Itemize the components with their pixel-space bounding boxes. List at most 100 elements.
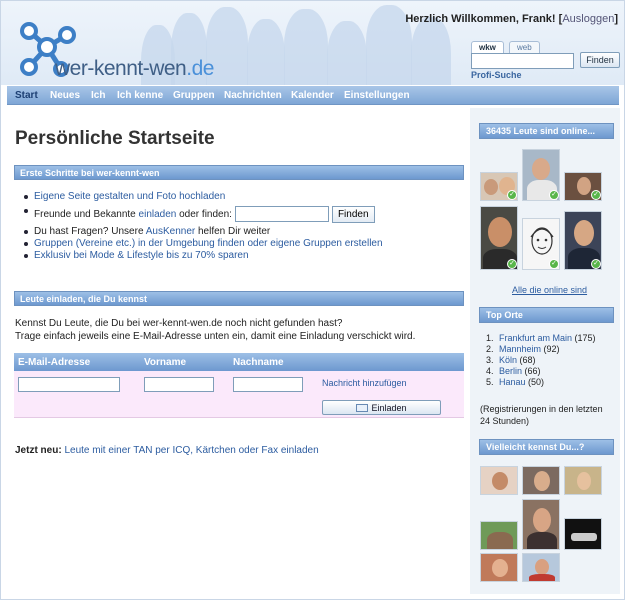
all-online-link[interactable]: Alle die online sind <box>512 285 587 295</box>
online-check-icon: ✓ <box>549 259 559 269</box>
welcome-text: Herzlich Willkommen, Frank! <box>405 13 556 25</box>
top-places-list: 1. Frankfurt am Main (175) 2. Mannheim (92… <box>486 333 596 388</box>
find-friends-button[interactable]: Finden <box>331 205 375 223</box>
jetzt-neu-label: Jetzt neu: <box>15 445 62 456</box>
profi-search-link[interactable]: Profi-Suche <box>471 70 522 80</box>
nav-item-neues[interactable]: Neues <box>50 90 80 101</box>
online-user-photo[interactable]: ✓ <box>522 218 560 270</box>
column-header-lastname: Nachname <box>233 357 284 368</box>
tan-invite-link[interactable]: Leute mit einer TAN per ICQ, Kärtchen od… <box>64 445 318 456</box>
list-item: Exklusiv bei Mode & Lifestyle bis zu 70%… <box>23 250 383 261</box>
place-count: (66) <box>524 366 541 376</box>
online-user-photo[interactable]: ✓ <box>480 172 518 201</box>
invite-intro: Kennst Du Leute, die Du bei wer-kennt-we… <box>15 317 415 343</box>
logo-tld-text: .de <box>186 57 214 80</box>
list-item: Gruppen (Vereine etc.) in der Umgebung f… <box>23 238 383 249</box>
online-check-icon: ✓ <box>591 259 601 269</box>
main-navigation: Start Neues Ich Ich kenne Gruppen Nachri… <box>7 86 619 105</box>
place-link[interactable]: Hanau <box>499 377 526 387</box>
nav-item-start[interactable]: Start <box>15 90 38 101</box>
envelope-icon <box>356 404 369 413</box>
suggested-user-photo[interactable] <box>522 466 560 495</box>
place-link[interactable]: Berlin <box>499 366 522 376</box>
header-search-button[interactable]: Finden <box>580 52 620 68</box>
first-steps-header: Erste Schritte bei wer-kennt-wen <box>14 165 464 180</box>
registration-note: (Registrierungen in den letzten 24 Stund… <box>480 404 603 426</box>
rank-number: 5. <box>486 377 494 387</box>
questions-post-text: helfen Dir weiter <box>195 226 271 237</box>
questions-pre-text: Du hast Fragen? Unsere <box>34 226 146 237</box>
logout-link[interactable]: Ausloggen <box>562 13 614 25</box>
invite-pre-text: Freunde und Bekannte <box>34 209 139 220</box>
suggested-user-photo[interactable] <box>480 466 518 495</box>
list-item: 2. Mannheim (92) <box>486 344 596 355</box>
list-item: 4. Berlin (66) <box>486 366 596 377</box>
suggested-user-photo[interactable] <box>480 553 518 582</box>
maybe-know-header: Vielleicht kennst Du...? <box>479 439 614 455</box>
invite-intro-line: Kennst Du Leute, die Du bei wer-kennt-we… <box>15 318 343 329</box>
list-item: Freunde und Bekannte einladen oder finde… <box>23 205 383 225</box>
suggested-user-photo[interactable] <box>564 466 602 495</box>
rank-number: 2. <box>486 344 494 354</box>
list-item: 1. Frankfurt am Main (175) <box>486 333 596 344</box>
suggested-user-photo[interactable] <box>564 518 602 550</box>
column-header-email: E-Mail-Adresse <box>18 357 91 368</box>
invite-intro-line: Trage einfach jeweils eine E-Mail-Adress… <box>15 331 416 342</box>
place-count: (175) <box>574 333 596 343</box>
invite-table-header: E-Mail-Adresse Vorname Nachname <box>14 353 464 371</box>
logo-text[interactable]: wer-kennt-wen.de <box>55 57 214 81</box>
place-count: (50) <box>528 377 545 387</box>
online-check-icon: ✓ <box>507 190 517 200</box>
nav-item-ich-kenne[interactable]: Ich kenne <box>117 90 163 101</box>
nav-item-nachrichten[interactable]: Nachrichten <box>224 90 282 101</box>
top-places-header: Top Orte <box>479 307 614 323</box>
place-link[interactable]: Mannheim <box>499 344 541 354</box>
fashion-link[interactable]: Exklusiv bei Mode & Lifestyle bis zu 70%… <box>34 250 249 261</box>
search-tab-wkw[interactable]: wkw <box>471 41 504 53</box>
invite-firstname-input[interactable] <box>144 377 214 392</box>
online-check-icon: ✓ <box>591 190 601 200</box>
online-user-photo[interactable]: ✓ <box>564 172 602 201</box>
groups-link[interactable]: Gruppen (Vereine etc.) in der Umgebung f… <box>34 238 383 249</box>
online-user-photo[interactable]: ✓ <box>522 149 560 201</box>
page: wer-kennt-wen.de Herzlich Willkommen, Fr… <box>0 0 625 600</box>
nav-item-kalender[interactable]: Kalender <box>291 90 334 101</box>
nav-item-gruppen[interactable]: Gruppen <box>173 90 215 101</box>
list-item: Eigene Seite gestalten und Foto hochlade… <box>23 191 383 202</box>
page-title: Persönliche Startseite <box>15 128 215 149</box>
suggested-user-photo[interactable] <box>522 499 560 550</box>
nav-item-ich[interactable]: Ich <box>91 90 105 101</box>
rank-number: 1. <box>486 333 494 343</box>
crowd-silhouette <box>284 9 328 85</box>
list-item: 3. Köln (68) <box>486 355 596 366</box>
crowd-silhouette <box>411 17 451 85</box>
first-steps-list: Eigene Seite gestalten und Foto hochlade… <box>23 191 383 261</box>
search-tabs: wkw web <box>471 41 542 53</box>
nav-item-einstellungen[interactable]: Einstellungen <box>344 90 410 101</box>
own-page-link[interactable]: Eigene Seite gestalten und Foto hochlade… <box>34 191 225 202</box>
invite-lastname-input[interactable] <box>233 377 303 392</box>
place-link[interactable]: Frankfurt am Main <box>499 333 572 343</box>
online-users-header[interactable]: 36435 Leute sind online... <box>479 123 614 139</box>
rank-number: 4. <box>486 366 494 376</box>
header: wer-kennt-wen.de Herzlich Willkommen, Fr… <box>1 1 624 85</box>
welcome-message: Herzlich Willkommen, Frank! [Ausloggen] <box>405 13 618 25</box>
invite-email-input[interactable] <box>18 377 120 392</box>
header-search-input[interactable] <box>471 53 574 69</box>
add-message-link[interactable]: Nachricht hinzufügen <box>322 378 407 388</box>
find-friends-input[interactable] <box>234 206 329 223</box>
invite-button[interactable]: Einladen <box>322 400 441 415</box>
auskenner-link[interactable]: AusKenner <box>146 226 195 237</box>
search-tab-web[interactable]: web <box>508 41 540 53</box>
online-check-icon: ✓ <box>549 190 559 200</box>
place-link[interactable]: Köln <box>499 355 517 365</box>
suggested-user-photo[interactable] <box>480 521 518 550</box>
jetzt-neu-line: Jetzt neu: Leute mit einer TAN per ICQ, … <box>15 445 319 456</box>
invite-section-header: Leute einladen, die Du kennst <box>14 291 464 306</box>
column-header-firstname: Vorname <box>144 357 187 368</box>
invite-link[interactable]: einladen <box>139 209 177 220</box>
online-user-photo[interactable]: ✓ <box>480 206 518 270</box>
crowd-silhouette <box>327 21 367 85</box>
online-user-photo[interactable]: ✓ <box>564 211 602 270</box>
suggested-user-photo[interactable] <box>522 553 560 582</box>
